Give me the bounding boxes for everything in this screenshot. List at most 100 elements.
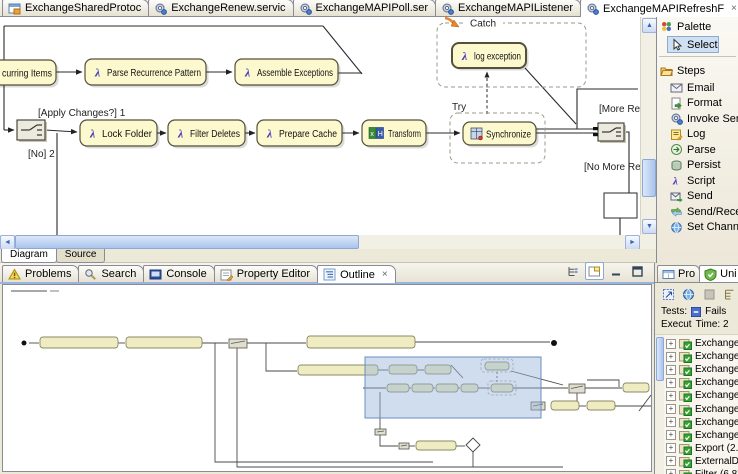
- overview-button[interactable]: [585, 262, 604, 280]
- palette-item-set-channel[interactable]: Set Channel: [657, 220, 738, 236]
- branch-label[interactable]: [Apply Changes?] 1: [38, 108, 126, 119]
- expand-toggle-icon[interactable]: +: [666, 365, 676, 375]
- relaunch-button[interactable]: [660, 286, 677, 302]
- relaunch-icon: [662, 288, 675, 301]
- expand-toggle-icon[interactable]: +: [666, 339, 676, 349]
- close-tab-icon[interactable]: ×: [731, 4, 737, 13]
- step-node-filter-deletes[interactable]: λFilter Deletes: [168, 120, 248, 149]
- horizontal-scroll-thumb[interactable]: [15, 235, 359, 249]
- palette-item-format[interactable]: Format: [657, 96, 738, 112]
- branch-label[interactable]: [No More Recu: [584, 162, 640, 173]
- test-result-row[interactable]: +ExchangeSy: [666, 376, 738, 389]
- editor-horizontal-scrollbar[interactable]: ◄►: [0, 235, 640, 249]
- test-result-row[interactable]: +Export (2.50: [666, 442, 738, 455]
- palette-item-script[interactable]: λScript: [657, 173, 738, 189]
- test-result-row[interactable]: +ExchangeSy: [666, 389, 738, 402]
- maximize-button[interactable]: [629, 263, 646, 279]
- decision-switch-node[interactable]: [593, 123, 626, 143]
- palette-item-persist[interactable]: Persist: [657, 158, 738, 174]
- panel-tab-console[interactable]: Console: [143, 265, 214, 282]
- outline-view[interactable]: [2, 284, 652, 472]
- scroll-up-arrow[interactable]: ▲: [642, 18, 657, 33]
- editor-tab-exchangemapirefreshf[interactable]: ExchangeMAPIRefreshF ×: [580, 0, 738, 17]
- palette-item-parse[interactable]: Parse: [657, 142, 738, 158]
- tests-tab-pro[interactable]: Pro: [657, 265, 700, 282]
- test-result-row[interactable]: +ExchangeSh: [666, 350, 738, 363]
- test-result-row[interactable]: +ExchangeSy: [666, 402, 738, 415]
- globe-button[interactable]: [681, 286, 698, 302]
- decision-switch-node[interactable]: [17, 120, 47, 142]
- step-node-lock-folder[interactable]: λLock Folder: [80, 120, 160, 149]
- expand-toggle-icon[interactable]: +: [666, 443, 676, 453]
- expand-toggle-icon[interactable]: +: [666, 456, 676, 466]
- expand-toggle-icon[interactable]: +: [666, 430, 676, 440]
- view-tab-diagram[interactable]: Diagram: [1, 249, 57, 263]
- panel-tab-outline[interactable]: Outline×: [317, 265, 396, 283]
- tests-tab-uni[interactable]: Uni×: [699, 265, 738, 282]
- test-result-row[interactable]: +Filter (6.875: [666, 468, 738, 474]
- scroll-left-arrow[interactable]: ◄: [0, 235, 15, 250]
- step-node-transform[interactable]: xHTransform: [362, 120, 429, 149]
- editor-tab-exchangesharedprotoc[interactable]: ExchangeSharedProtoc: [2, 0, 149, 16]
- workflow-diagram-canvas[interactable]: TryCatchcurring ItemsλParse Recurrence P…: [0, 17, 640, 235]
- try-label: Try: [452, 102, 466, 113]
- step-node-prepare-cache[interactable]: λPrepare Cache: [257, 120, 345, 149]
- tree-layout-button[interactable]: [564, 263, 581, 279]
- editor-vertical-scrollbar[interactable]: ▲▼: [640, 17, 656, 235]
- step-node-curring-items[interactable]: curring Items: [0, 60, 59, 88]
- panel-tab-search[interactable]: Search: [78, 265, 144, 282]
- node-label: Assemble Exceptions: [257, 68, 333, 79]
- palette-item-send[interactable]: Send: [657, 189, 738, 205]
- expand-toggle-icon[interactable]: +: [666, 378, 676, 388]
- view-tab-source[interactable]: Source: [56, 249, 106, 263]
- editor-tab-exchangerenew-servic[interactable]: ExchangeRenew.servic: [148, 0, 293, 16]
- branch-label[interactable]: [No] 2: [28, 149, 55, 160]
- palette-steps-header[interactable]: Steps: [657, 60, 738, 80]
- expand-toggle-icon[interactable]: +: [666, 352, 676, 362]
- minimize-button[interactable]: [608, 263, 625, 279]
- maximize-icon: [631, 265, 644, 278]
- panel-tab-problems[interactable]: Problems: [2, 265, 79, 282]
- test-result-row[interactable]: +ExternalDat: [666, 455, 738, 468]
- palette-item-invoke-service[interactable]: Invoke Service: [657, 111, 738, 127]
- branch-label[interactable]: [More Re: [599, 104, 640, 115]
- expand-toggle-icon[interactable]: +: [666, 417, 676, 427]
- outline-viewport-rect[interactable]: [365, 357, 541, 418]
- palette-header[interactable]: Palette: [657, 16, 738, 36]
- expand-toggle-icon[interactable]: +: [666, 469, 676, 474]
- step-node-assemble-exceptions[interactable]: λAssemble Exceptions: [235, 59, 341, 88]
- connector-line[interactable]: [525, 68, 576, 124]
- stop-button[interactable]: [701, 286, 718, 302]
- palette-item-log[interactable]: Log: [657, 127, 738, 143]
- expand-toggle-icon[interactable]: +: [666, 391, 676, 401]
- property-editor-icon: [220, 268, 233, 281]
- workflow-diagram[interactable]: TryCatchcurring ItemsλParse Recurrence P…: [0, 17, 640, 235]
- editor-tab-exchangemapipoll-ser[interactable]: ExchangeMAPIPoll.ser: [293, 0, 437, 16]
- editor-tab-label: ExchangeMAPIRefreshF: [603, 3, 724, 15]
- expand-toggle-icon[interactable]: +: [666, 404, 676, 414]
- hierarchy-button[interactable]: [722, 286, 738, 302]
- connector-line[interactable]: [45, 130, 77, 132]
- palette-select-tool[interactable]: Select: [667, 36, 719, 53]
- test-result-row[interactable]: +ExchangeSy: [666, 429, 738, 442]
- tree-scroll-thumb[interactable]: [656, 337, 664, 381]
- panel-tab-property-editor[interactable]: Property Editor: [214, 265, 318, 282]
- tree-vertical-scrollbar[interactable]: [655, 335, 664, 474]
- palette-item-send-receive[interactable]: Send/Receive: [657, 204, 738, 220]
- test-result-row[interactable]: +ExchangeSy: [666, 416, 738, 429]
- editor-tab-exchangemapilistener[interactable]: ExchangeMAPIListener: [435, 0, 581, 16]
- editor-tab-bar: ExchangeSharedProtocExchangeRenew.servic…: [0, 0, 660, 17]
- outline-minimap[interactable]: [3, 285, 651, 471]
- step-node-log-exception[interactable]: λlog exception: [452, 43, 529, 71]
- step-node-parse-recurrence-pattern[interactable]: λParse Recurrence Pattern: [85, 59, 209, 88]
- vertical-scroll-thumb[interactable]: [642, 159, 656, 197]
- scroll-down-arrow[interactable]: ▼: [642, 219, 657, 234]
- test-result-row[interactable]: +ExchangeSy: [666, 363, 738, 376]
- scroll-right-arrow[interactable]: ►: [625, 235, 640, 250]
- set-channel-icon: [670, 221, 683, 234]
- close-tab-icon[interactable]: ×: [382, 270, 388, 279]
- step-node-synchronize[interactable]: Synchronize: [463, 122, 539, 148]
- test-result-row[interactable]: +ExchangeEv: [666, 337, 738, 350]
- partial-node-outline: [604, 193, 637, 218]
- palette-item-email[interactable]: Email: [657, 80, 738, 96]
